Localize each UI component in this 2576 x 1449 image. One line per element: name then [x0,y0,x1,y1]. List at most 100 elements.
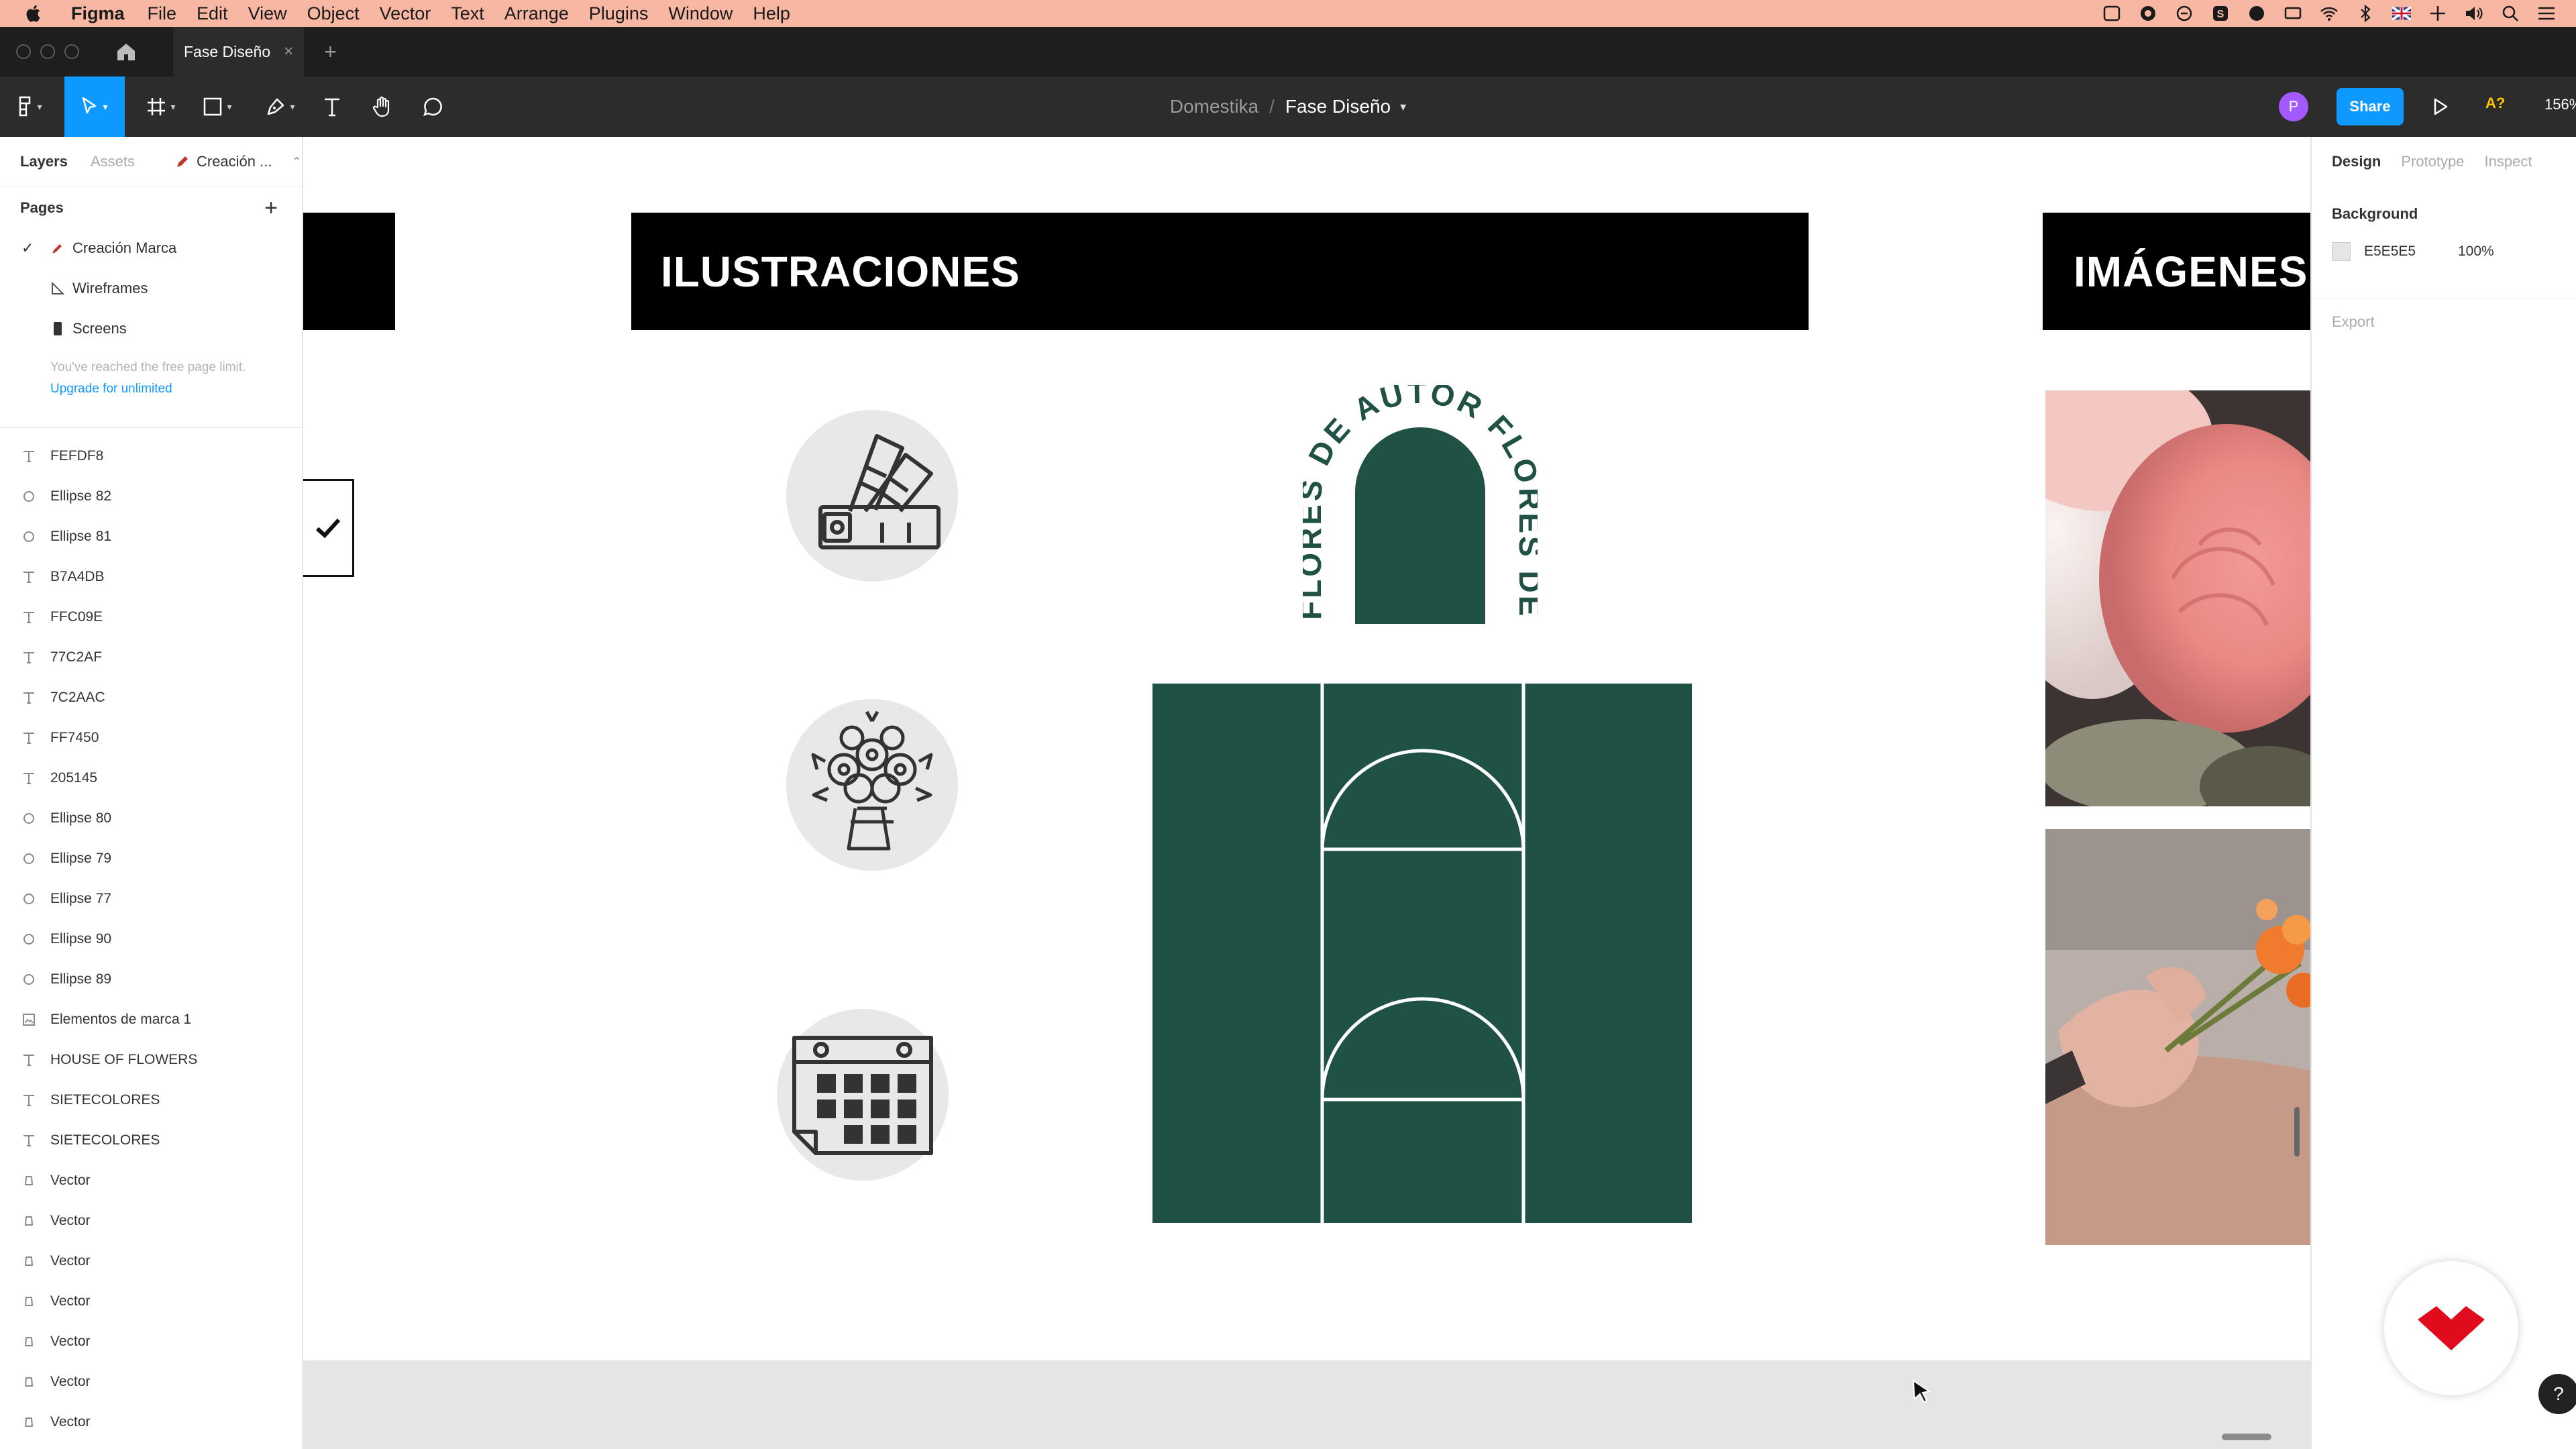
layer-row[interactable]: 205145 [0,758,302,798]
illustration-bouquet[interactable] [786,699,958,871]
layer-row[interactable]: Elementos de marca 1 [0,1000,302,1040]
menu-view[interactable]: View [248,3,287,24]
bluetooth-icon[interactable] [2356,4,2375,23]
horizontal-scrollbar[interactable] [2222,1434,2271,1440]
menu-object[interactable]: Object [307,3,360,24]
layer-row[interactable]: Vector [0,1322,302,1362]
layer-row[interactable]: Ellipse 79 [0,839,302,879]
background-opacity-value[interactable]: 100% [2458,244,2494,260]
layer-row[interactable]: Ellipse 77 [0,879,302,919]
canvas[interactable]: ILUSTRACIONES IMÁGENES DE AUTOR FL [303,137,2310,1449]
present-button[interactable] [2428,95,2453,119]
accessibility-check-button[interactable]: A? [2485,95,2505,112]
avatar[interactable]: P [2279,92,2308,121]
tray-app-icon[interactable] [2102,4,2121,23]
layer-row[interactable]: Vector [0,1362,302,1402]
frame-tool-button[interactable]: ▾ [138,76,184,137]
globe-icon[interactable] [2247,4,2266,23]
menu-window[interactable]: Window [668,3,733,24]
spotlight-search-icon[interactable] [2501,4,2520,23]
color-swatch[interactable] [2332,242,2351,261]
menu-vector[interactable]: Vector [380,3,431,24]
breadcrumb-file[interactable]: Fase Diseño [1285,96,1391,117]
tab-prototype[interactable]: Prototype [2401,153,2464,170]
chevron-down-icon[interactable]: ▾ [1400,100,1406,114]
illustration-calendar[interactable] [777,1009,949,1181]
display-icon[interactable] [2284,4,2302,23]
menu-figma[interactable]: Figma [71,3,125,24]
zoom-level[interactable]: 156% [2544,96,2576,113]
move-icon[interactable] [2428,4,2447,23]
add-page-button[interactable]: + [264,195,278,221]
tab-design[interactable]: Design [2332,153,2381,170]
illustration-color-swatches[interactable] [786,410,958,582]
layer-row[interactable]: Vector [0,1402,302,1442]
chevron-up-icon[interactable]: ⌃ [292,155,301,168]
breadcrumb-team[interactable]: Domestika [1170,96,1258,117]
layer-row[interactable]: Vector [0,1281,302,1322]
minimize-window-button[interactable] [40,44,55,59]
layer-row[interactable]: Ellipse 90 [0,919,302,959]
layer-row[interactable]: Vector [0,1161,302,1201]
layer-row[interactable]: FF7450 [0,718,302,758]
menu-edit[interactable]: Edit [197,3,228,24]
layer-row[interactable]: SIETECOLORES [0,1080,302,1120]
shape-tool-button[interactable]: ▾ [195,76,240,137]
banner-ilustraciones[interactable]: ILUSTRACIONES [631,213,1809,330]
close-window-button[interactable] [16,44,31,59]
menu-plugins[interactable]: Plugins [589,3,649,24]
page-item-creacion-marca[interactable]: ✓ Creación Marca [0,228,302,268]
wifi-icon[interactable] [2320,4,2339,23]
page-item-screens[interactable]: Screens [0,309,302,349]
main-menu-button[interactable]: ▾ [9,76,50,137]
volume-icon[interactable] [2465,4,2483,23]
offscreen-card[interactable] [303,479,354,577]
current-page-dropdown[interactable]: Creación ... [197,153,272,170]
brand-pattern-block[interactable] [1152,684,1692,1223]
offscreen-banner[interactable] [303,213,395,330]
background-hex-value[interactable]: E5E5E5 [2364,244,2416,260]
menu-help[interactable]: Help [753,3,790,24]
layer-row[interactable]: SIETECOLORES [0,1120,302,1161]
layer-row[interactable]: Vector [0,1241,302,1281]
move-tool-button[interactable]: ▾ [64,76,125,137]
menu-arrange[interactable]: Arrange [504,3,569,24]
domestika-widget[interactable] [2384,1261,2518,1395]
tab-fase-diseno[interactable]: Fase Diseño × [173,27,305,76]
help-button[interactable]: ? [2538,1374,2576,1414]
s-app-icon[interactable]: S [2211,4,2230,23]
pen-tool-button[interactable]: ▾ [258,76,303,137]
layer-row[interactable]: Vector [0,1201,302,1241]
page-item-wireframes[interactable]: Wireframes [0,268,302,309]
vertical-scrollbar[interactable] [2294,1107,2300,1157]
layer-row[interactable]: FEFDF8 [0,436,302,476]
menu-text[interactable]: Text [451,3,484,24]
creative-cloud-icon[interactable] [2139,4,2157,23]
layer-row[interactable]: B7A4DB [0,557,302,597]
background-fill-row[interactable]: E5E5E5 100% [2312,235,2576,268]
layer-row[interactable]: 7C2AAC [0,678,302,718]
layer-row[interactable]: Ellipse 89 [0,959,302,1000]
close-tab-icon[interactable]: × [284,42,293,61]
zoom-window-button[interactable] [64,44,79,59]
frame-elementos-de-marca[interactable]: ILUSTRACIONES IMÁGENES DE AUTOR FL [303,137,2310,1360]
layer-row[interactable]: FFC09E [0,597,302,637]
export-section[interactable]: Export [2312,298,2576,331]
tab-layers[interactable]: Layers [20,153,68,170]
layer-row[interactable]: Ellipse 82 [0,476,302,517]
logo-flores-de-autor[interactable]: FLORES DE AUTOR FLORES DE AUTOR [1289,357,1545,627]
layer-row[interactable]: 77C2AF [0,637,302,678]
apple-icon[interactable] [24,3,44,23]
share-button[interactable]: Share [2337,88,2404,125]
control-center-icon[interactable] [2537,4,2556,23]
tab-inspect[interactable]: Inspect [2485,153,2532,170]
flag-uk-icon[interactable] [2392,4,2411,23]
layer-row[interactable]: Ellipse 81 [0,517,302,557]
home-icon[interactable] [114,40,138,64]
menu-file[interactable]: File [148,3,177,24]
hand-tool-button[interactable] [366,76,399,137]
photo-peonies[interactable] [2045,390,2310,806]
photo-florist-hands[interactable] [2045,829,2310,1245]
new-tab-button[interactable]: + [324,40,337,64]
upgrade-link[interactable]: Upgrade for unlimited [50,378,282,400]
